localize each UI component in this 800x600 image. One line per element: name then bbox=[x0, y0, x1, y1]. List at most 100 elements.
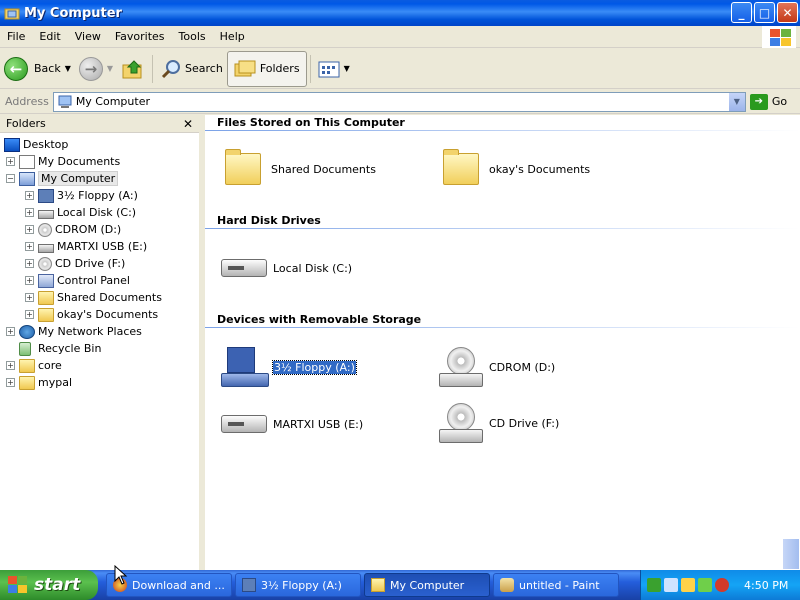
clock[interactable]: 4:50 PM bbox=[744, 579, 788, 592]
menu-edit[interactable]: Edit bbox=[32, 30, 67, 43]
usb-drive-icon bbox=[38, 243, 54, 253]
expand-icon[interactable]: + bbox=[25, 293, 34, 302]
expand-icon[interactable]: + bbox=[25, 208, 34, 217]
tree-item-local-disk[interactable]: + Local Disk (C:) bbox=[0, 204, 199, 221]
item-cd-drive[interactable]: CD Drive (F:) bbox=[439, 403, 559, 443]
expand-icon[interactable]: + bbox=[6, 378, 15, 387]
forward-dropdown-icon[interactable]: ▼ bbox=[107, 64, 113, 73]
update-tray-icon[interactable] bbox=[698, 578, 712, 592]
up-button[interactable] bbox=[117, 51, 149, 87]
tree-item-floppy[interactable]: + 3½ Floppy (A:) bbox=[0, 187, 199, 204]
tree-item-core[interactable]: + core bbox=[0, 357, 199, 374]
tree-item-okays-documents[interactable]: + okay's Documents bbox=[0, 306, 199, 323]
windows-logo-icon bbox=[762, 26, 796, 48]
expand-icon[interactable]: + bbox=[6, 361, 15, 370]
folders-pane-close-icon[interactable]: ✕ bbox=[183, 117, 193, 131]
tree-item-shared-documents[interactable]: + Shared Documents bbox=[0, 289, 199, 306]
recycle-bin-icon bbox=[19, 341, 31, 356]
item-usb[interactable]: MARTXI USB (E:) bbox=[221, 415, 363, 433]
close-button[interactable]: ✕ bbox=[777, 2, 798, 23]
group-divider bbox=[205, 327, 800, 328]
display-tray-icon[interactable] bbox=[664, 578, 678, 592]
tree-item-mypal[interactable]: + mypal bbox=[0, 374, 199, 391]
task-label: 3½ Floppy (A:) bbox=[261, 578, 342, 592]
tree-item-label: 3½ Floppy (A:) bbox=[57, 189, 138, 202]
menu-file[interactable]: File bbox=[0, 30, 32, 43]
task-paint[interactable]: untitled - Paint bbox=[493, 573, 619, 597]
security-tray-icon[interactable] bbox=[681, 578, 695, 592]
group-divider bbox=[205, 130, 800, 131]
tree-item-cd-drive[interactable]: + CD Drive (F:) bbox=[0, 255, 199, 272]
window-title: My Computer bbox=[24, 5, 122, 21]
tree-item-desktop[interactable]: Desktop bbox=[0, 136, 199, 153]
expand-icon[interactable]: + bbox=[25, 276, 34, 285]
tree-item-my-computer[interactable]: − My Computer bbox=[0, 170, 199, 187]
network-icon bbox=[19, 324, 35, 339]
tree-item-control-panel[interactable]: + Control Panel bbox=[0, 272, 199, 289]
views-icon bbox=[318, 61, 340, 77]
minimize-button[interactable]: _ bbox=[731, 2, 752, 23]
tree-item-recycle-bin[interactable]: Recycle Bin bbox=[0, 340, 199, 357]
collapse-icon[interactable]: − bbox=[6, 174, 15, 183]
shield-tray-icon[interactable] bbox=[715, 578, 729, 592]
expand-icon[interactable]: + bbox=[25, 225, 34, 234]
tree-item-my-documents[interactable]: + My Documents bbox=[0, 153, 199, 170]
folders-button[interactable]: Folders bbox=[226, 50, 307, 87]
folder-up-icon bbox=[122, 59, 142, 78]
item-label: CDROM (D:) bbox=[489, 360, 556, 374]
maximize-button[interactable]: □ bbox=[754, 2, 775, 23]
cd-drive-icon bbox=[38, 222, 52, 237]
search-button[interactable]: Search bbox=[156, 51, 227, 87]
views-dropdown-icon[interactable]: ▼ bbox=[344, 64, 350, 73]
item-shared-documents[interactable]: Shared Documents bbox=[225, 149, 376, 185]
expand-icon[interactable]: + bbox=[25, 259, 34, 268]
back-dropdown-icon[interactable]: ▼ bbox=[65, 64, 71, 73]
tree-item-cdrom[interactable]: + CDROM (D:) bbox=[0, 221, 199, 238]
item-cdrom[interactable]: CDROM (D:) bbox=[439, 347, 555, 387]
menu-favorites[interactable]: Favorites bbox=[108, 30, 172, 43]
menu-help[interactable]: Help bbox=[213, 30, 252, 43]
tree-item-usb[interactable]: + MARTXI USB (E:) bbox=[0, 238, 199, 255]
folder-icon bbox=[371, 578, 385, 592]
tree-item-label: MARTXI USB (E:) bbox=[57, 240, 148, 253]
task-my-computer[interactable]: My Computer bbox=[364, 573, 490, 597]
item-label: Local Disk (C:) bbox=[273, 261, 353, 275]
folders-pane-header: Folders ✕ bbox=[0, 115, 199, 133]
expand-icon[interactable]: + bbox=[6, 157, 15, 166]
folder-icon bbox=[225, 149, 261, 185]
folder-icon bbox=[38, 307, 54, 322]
back-button[interactable]: ← Back ▼ bbox=[0, 51, 75, 87]
expand-icon[interactable]: + bbox=[6, 327, 15, 336]
task-label: Download and ... bbox=[132, 578, 225, 592]
item-label: CD Drive (F:) bbox=[489, 416, 560, 430]
start-button[interactable]: start bbox=[0, 570, 98, 600]
views-button[interactable]: ▼ bbox=[314, 51, 354, 87]
expand-icon[interactable]: + bbox=[25, 310, 34, 319]
address-dropdown-icon[interactable]: ▼ bbox=[727, 92, 745, 111]
go-button[interactable]: ➔ Go bbox=[749, 93, 787, 110]
expand-icon[interactable]: + bbox=[25, 191, 34, 200]
tree-item-label: Recycle Bin bbox=[38, 342, 102, 355]
menu-tools[interactable]: Tools bbox=[172, 30, 213, 43]
title-bar[interactable]: My Computer _ □ ✕ bbox=[0, 0, 800, 26]
tree-item-network-places[interactable]: + My Network Places bbox=[0, 323, 199, 340]
content-pane: Files Stored on This Computer Shared Doc… bbox=[205, 115, 800, 570]
item-local-disk[interactable]: Local Disk (C:) bbox=[221, 259, 352, 277]
back-arrow-icon: ← bbox=[4, 56, 28, 81]
task-floppy[interactable]: 3½ Floppy (A:) bbox=[235, 573, 361, 597]
hard-drive-icon bbox=[221, 259, 267, 277]
address-field[interactable]: My Computer ▼ bbox=[52, 91, 746, 112]
floppy-drive-icon bbox=[221, 347, 271, 387]
item-okays-documents[interactable]: okay's Documents bbox=[443, 149, 590, 185]
expand-icon[interactable]: + bbox=[25, 242, 34, 251]
menu-view[interactable]: View bbox=[68, 30, 108, 43]
scrollbar-stub[interactable] bbox=[782, 538, 800, 570]
documents-icon bbox=[19, 154, 35, 169]
cd-drive-icon bbox=[439, 403, 483, 443]
folder-icon bbox=[38, 290, 54, 305]
control-panel-icon bbox=[38, 273, 54, 288]
tree-item-label: My Network Places bbox=[38, 325, 142, 338]
network-tray-icon[interactable] bbox=[647, 578, 661, 592]
item-floppy[interactable]: 3½ Floppy (A:) bbox=[221, 347, 357, 387]
forward-button[interactable]: → ▼ bbox=[75, 51, 117, 87]
